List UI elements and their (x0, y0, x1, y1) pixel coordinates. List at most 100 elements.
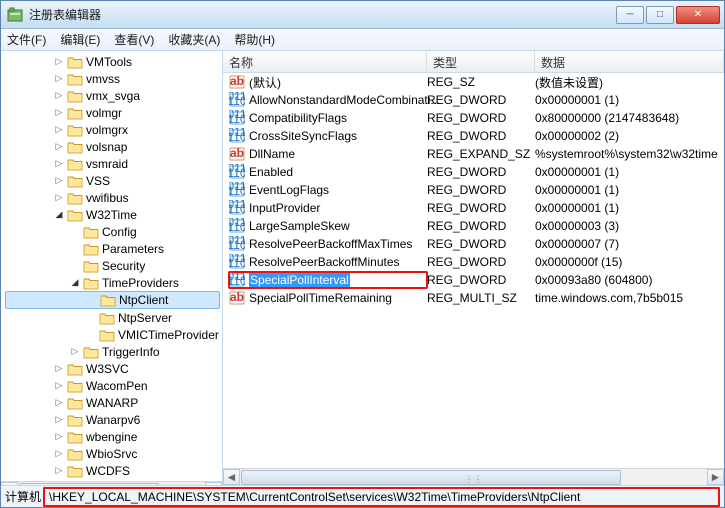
regedit-window: 注册表编辑器 ─ □ ✕ 文件(F) 编辑(E) 查看(V) 收藏夹(A) 帮助… (0, 0, 725, 508)
expand-icon[interactable]: ▷ (53, 56, 65, 68)
tree-item-vwifibus[interactable]: ▷vwifibus (5, 189, 220, 206)
tree-hscroll[interactable]: ◄ ► (1, 481, 222, 485)
list-row[interactable]: 011110CompatibilityFlagsREG_DWORD0x80000… (223, 109, 724, 127)
tree-item-w3svc[interactable]: ▷W3SVC (5, 360, 220, 377)
list-hscroll[interactable]: ◄ ⋮⋮ ► (223, 468, 724, 485)
menu-file[interactable]: 文件(F) (7, 31, 46, 48)
list-row[interactable]: 011110LargeSampleSkewREG_DWORD0x00000003… (223, 217, 724, 235)
expand-icon[interactable]: ▷ (53, 73, 65, 85)
client-area: ▷VMTools▷vmvss▷vmx_svga▷volmgr▷volmgrx▷v… (1, 51, 724, 485)
tree-item-wbengine[interactable]: ▷wbengine (5, 428, 220, 445)
tree-item-ntpclient[interactable]: NtpClient (5, 291, 220, 309)
list-row[interactable]: 011110SpecialPollIntervalREG_DWORD0x0009… (223, 271, 724, 289)
menu-edit[interactable]: 编辑(E) (60, 31, 100, 48)
list-row[interactable]: 011110InputProviderREG_DWORD0x00000001 (… (223, 199, 724, 217)
status-path: \HKEY_LOCAL_MACHINE\SYSTEM\CurrentContro… (43, 487, 720, 507)
value-data: (数值未设置) (535, 74, 724, 91)
tree-item-vmtools[interactable]: ▷VMTools (5, 53, 220, 70)
expand-icon[interactable]: ▷ (53, 90, 65, 102)
folder-icon (67, 464, 83, 478)
binary-value-icon: 011110 (229, 254, 245, 270)
col-data[interactable]: 数据 (535, 51, 724, 72)
list-row[interactable]: 011110ResolvePeerBackoffMaxTimesREG_DWOR… (223, 235, 724, 253)
tree-item-volmgr[interactable]: ▷volmgr (5, 104, 220, 121)
titlebar[interactable]: 注册表编辑器 ─ □ ✕ (1, 1, 724, 29)
tree-item-timeproviders[interactable]: ◢TimeProviders (5, 274, 220, 291)
menu-favorites[interactable]: 收藏夹(A) (168, 31, 220, 48)
blank-icon (69, 260, 81, 272)
scroll-left-icon[interactable]: ◄ (223, 469, 240, 485)
list-row[interactable]: ab(默认)REG_SZ(数值未设置) (223, 73, 724, 91)
value-data: 0x00000001 (1) (535, 201, 724, 215)
list-row[interactable]: abDllNameREG_EXPAND_SZ%systemroot%\syste… (223, 145, 724, 163)
tree-item-triggerinfo[interactable]: ▷TriggerInfo (5, 343, 220, 360)
maximize-button[interactable]: □ (646, 6, 674, 24)
tree-item-wbiosrvc[interactable]: ▷WbioSrvc (5, 445, 220, 462)
tree-item-w32time[interactable]: ◢ W32Time (5, 206, 220, 223)
collapse-icon[interactable]: ◢ (69, 277, 81, 289)
menubar: 文件(F) 编辑(E) 查看(V) 收藏夹(A) 帮助(H) (1, 29, 724, 51)
value-name: (默认) (249, 74, 281, 91)
tree-label: Parameters (102, 242, 164, 256)
tree-item-wcdfs[interactable]: ▷WCDFS (5, 462, 220, 479)
folder-icon (67, 174, 83, 188)
menu-help[interactable]: 帮助(H) (234, 31, 275, 48)
expand-icon[interactable]: ▷ (53, 158, 65, 170)
blank-icon (69, 243, 81, 255)
menu-view[interactable]: 查看(V) (114, 31, 154, 48)
expand-icon[interactable]: ▷ (53, 397, 65, 409)
expand-icon[interactable]: ▷ (53, 414, 65, 426)
tree-label: W32Time (86, 208, 137, 222)
value-name: SpecialPollTimeRemaining (249, 291, 392, 305)
tree-item-security[interactable]: Security (5, 257, 220, 274)
value-data: %systemroot%\system32\w32time (535, 147, 724, 161)
tree-label: vmx_svga (86, 89, 140, 103)
list-row[interactable]: abSpecialPollTimeRemainingREG_MULTI_SZti… (223, 289, 724, 307)
tree-item-vmvss[interactable]: ▷vmvss (5, 70, 220, 87)
tree-label: NtpServer (118, 311, 172, 325)
expand-icon[interactable]: ▷ (53, 380, 65, 392)
col-name[interactable]: 名称 (223, 51, 427, 72)
minimize-button[interactable]: ─ (616, 6, 644, 24)
expand-icon[interactable]: ▷ (53, 107, 65, 119)
tree-item-wacompen[interactable]: ▷WacomPen (5, 377, 220, 394)
expand-icon[interactable]: ▷ (69, 346, 81, 358)
tree-item-ntpserver[interactable]: NtpServer (5, 309, 220, 326)
tree-pane[interactable]: ▷VMTools▷vmvss▷vmx_svga▷volmgr▷volmgrx▷v… (1, 51, 223, 485)
expand-icon[interactable]: ▷ (53, 465, 65, 477)
folder-icon (67, 362, 83, 376)
tree-item-parameters[interactable]: Parameters (5, 240, 220, 257)
tree-item-wanarp[interactable]: ▷WANARP (5, 394, 220, 411)
expand-icon[interactable]: ▷ (53, 124, 65, 136)
value-data: 0x0000000f (15) (535, 255, 724, 269)
scroll-right-icon[interactable]: ► (205, 482, 222, 485)
expand-icon[interactable]: ▷ (53, 141, 65, 153)
expand-icon[interactable]: ▷ (53, 431, 65, 443)
tree-item-vmictimeprovider[interactable]: VMICTimeProvider (5, 326, 220, 343)
tree-item-volsnap[interactable]: ▷volsnap (5, 138, 220, 155)
list-pane[interactable]: 名称 类型 数据 ab(默认)REG_SZ(数值未设置)011110AllowN… (223, 51, 724, 485)
tree-item-vsmraid[interactable]: ▷vsmraid (5, 155, 220, 172)
expand-icon[interactable]: ▷ (53, 192, 65, 204)
folder-icon (67, 208, 83, 222)
scroll-left-icon[interactable]: ◄ (1, 482, 18, 485)
tree-item-vmx_svga[interactable]: ▷ vmx_svga (5, 87, 220, 104)
value-type: REG_DWORD (427, 237, 535, 251)
expand-icon[interactable]: ▷ (53, 175, 65, 187)
list-row[interactable]: 011110EventLogFlagsREG_DWORD0x00000001 (… (223, 181, 724, 199)
list-row[interactable]: 011110EnabledREG_DWORD0x00000001 (1) (223, 163, 724, 181)
expand-icon[interactable]: ▷ (53, 448, 65, 460)
tree-item-vss[interactable]: ▷VSS (5, 172, 220, 189)
tree-item-volmgrx[interactable]: ▷volmgrx (5, 121, 220, 138)
scroll-right-icon[interactable]: ► (707, 469, 724, 485)
list-row[interactable]: 011110CrossSiteSyncFlagsREG_DWORD0x00000… (223, 127, 724, 145)
list-row[interactable]: 011110AllowNonstandardModeCombinati...RE… (223, 91, 724, 109)
folder-icon (67, 157, 83, 171)
collapse-icon[interactable]: ◢ (53, 209, 65, 221)
list-row[interactable]: 011110ResolvePeerBackoffMinutesREG_DWORD… (223, 253, 724, 271)
close-button[interactable]: ✕ (676, 6, 720, 24)
expand-icon[interactable]: ▷ (53, 363, 65, 375)
tree-item-wanarpv6[interactable]: ▷Wanarpv6 (5, 411, 220, 428)
tree-item-config[interactable]: Config (5, 223, 220, 240)
col-type[interactable]: 类型 (427, 51, 535, 72)
